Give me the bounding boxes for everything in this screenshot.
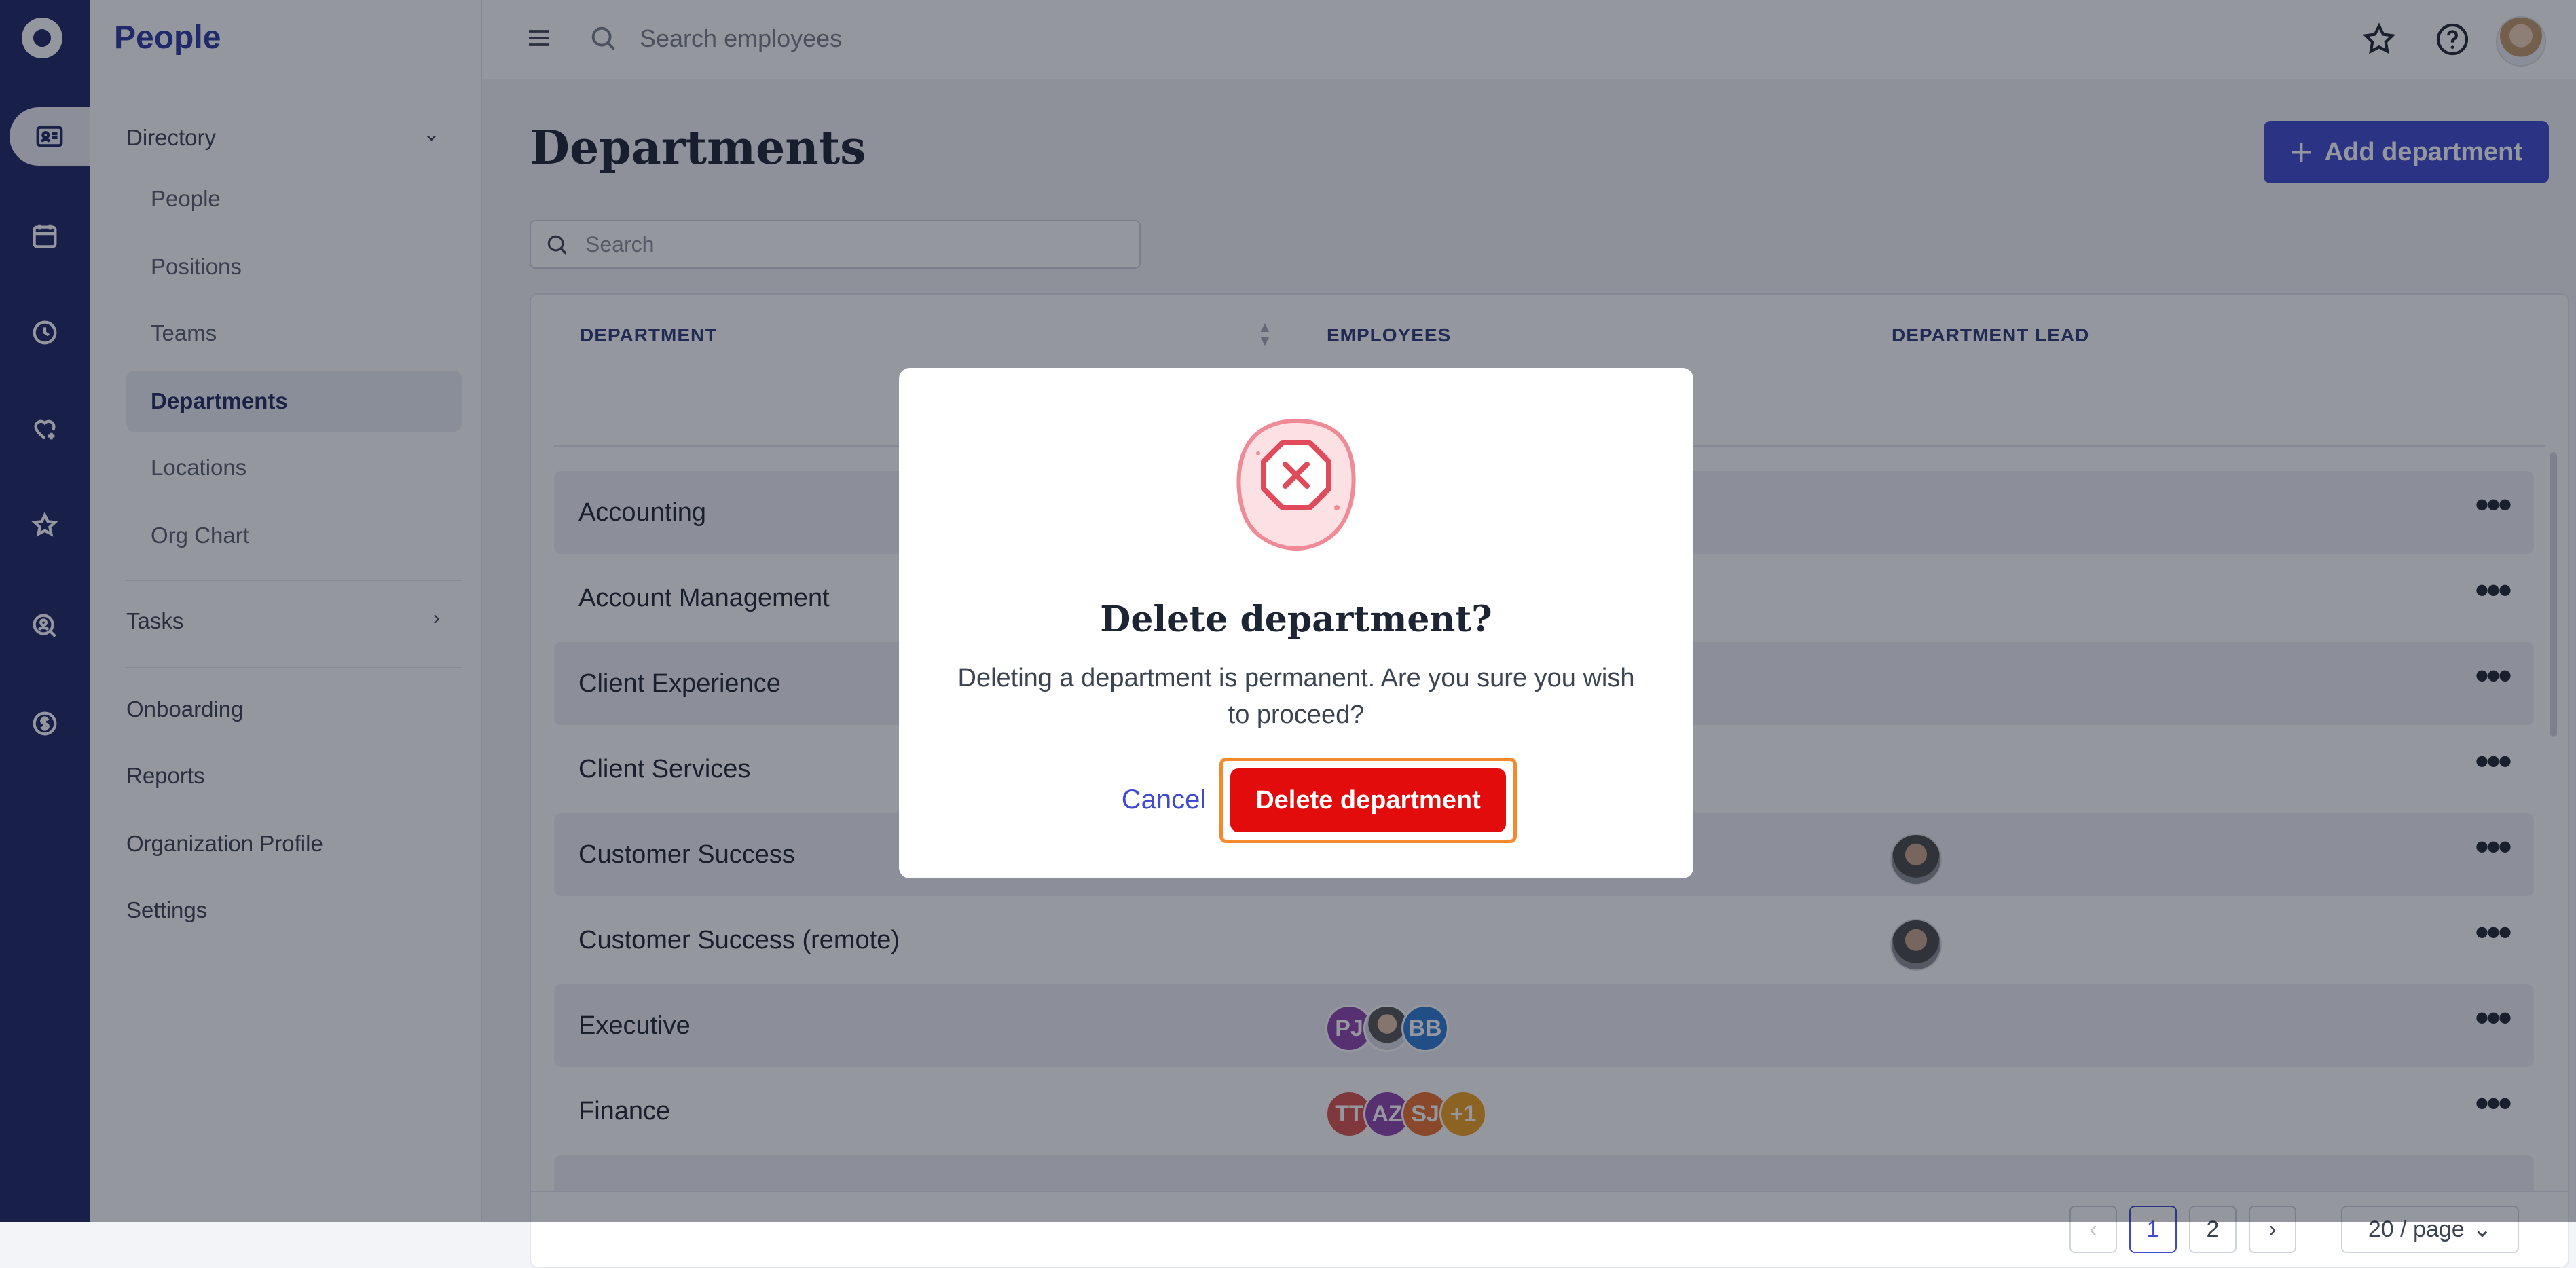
delete-department-dialog: Delete department? Deleting a department… <box>899 368 1693 878</box>
cancel-button[interactable]: Cancel <box>1096 772 1232 827</box>
delete-warning-icon <box>1236 418 1356 551</box>
delete-department-button[interactable]: Delete department <box>1230 768 1506 832</box>
dialog-title: Delete department? <box>1100 599 1492 640</box>
dialog-message: Deleting a department is permanent. Are … <box>957 664 1635 729</box>
